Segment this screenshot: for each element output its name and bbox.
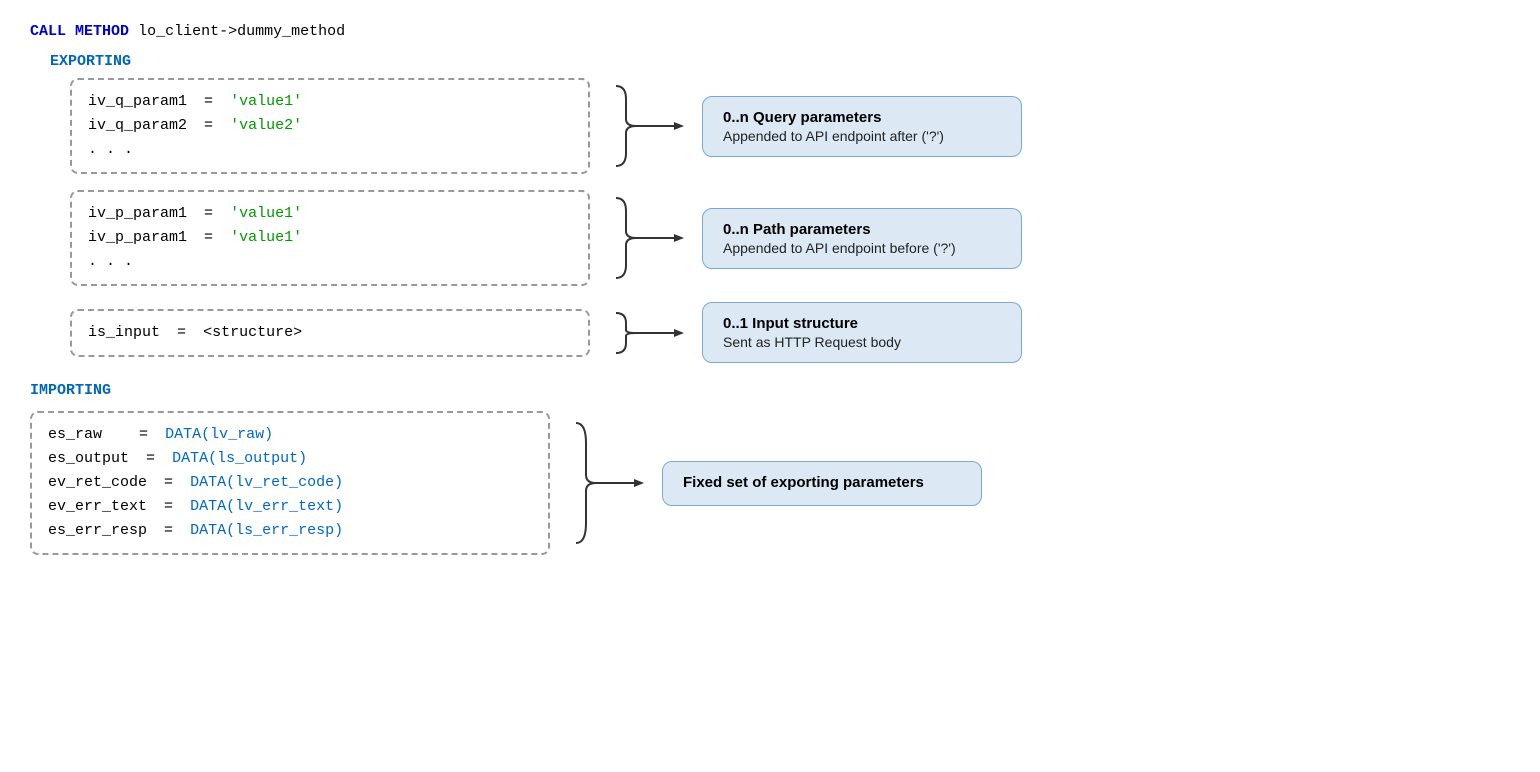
info-desc-3: Sent as HTTP Request body: [723, 334, 1001, 350]
info-title-3: 0..1 Input structure: [723, 315, 1001, 332]
info-title-2: 0..n Path parameters: [723, 221, 1001, 238]
pp-line2: iv_p_param1 = 'value1': [88, 226, 572, 250]
pp-val1: 'value1': [230, 205, 302, 222]
call-keyword: CALL: [30, 23, 66, 40]
qp-param1: iv_q_param1: [88, 93, 187, 110]
info-desc-2: Appended to API endpoint before ('?'): [723, 240, 1001, 256]
pp-dots: . . .: [88, 250, 572, 274]
pp-param1: iv_p_param1: [88, 205, 187, 222]
imp-line4: ev_err_text = DATA(lv_err_text): [48, 495, 532, 519]
row-importing: es_raw = DATA(lv_raw) es_output = DATA(l…: [30, 411, 1510, 555]
info-box-query: 0..n Query parameters Appended to API en…: [702, 96, 1022, 157]
page-container: CALL METHOD lo_client->dummy_method EXPO…: [30, 20, 1510, 571]
row-path-params: iv_p_param1 = 'value1' iv_p_param1 = 'va…: [30, 190, 1510, 286]
path-params-box: iv_p_param1 = 'value1' iv_p_param1 = 'va…: [70, 190, 590, 286]
imp-line3: ev_ret_code = DATA(lv_ret_code): [48, 471, 532, 495]
query-params-box: iv_q_param1 = 'value1' iv_q_param2 = 'va…: [70, 78, 590, 174]
is-line1: is_input = <structure>: [88, 321, 572, 345]
connector-4: [566, 418, 646, 548]
exporting-label: EXPORTING: [50, 50, 1510, 74]
row-query-params: iv_q_param1 = 'value1' iv_q_param2 = 'va…: [30, 78, 1510, 174]
connector-3: [606, 308, 686, 358]
imp-line2: es_output = DATA(ls_output): [48, 447, 532, 471]
info-box-path: 0..n Path parameters Appended to API end…: [702, 208, 1022, 269]
pp-param2: iv_p_param1: [88, 229, 187, 246]
qp-dots: . . .: [88, 138, 572, 162]
connector-2: [606, 193, 686, 283]
brace-svg-4: [566, 418, 646, 548]
qp-val1: 'value1': [230, 93, 302, 110]
imp-val4: DATA(lv_err_text): [190, 498, 343, 515]
brace-svg-2: [606, 193, 686, 283]
imp-line5: es_err_resp = DATA(ls_err_resp): [48, 519, 532, 543]
pp-line1: iv_p_param1 = 'value1': [88, 202, 572, 226]
connector-1: [606, 81, 686, 171]
imp-param4: ev_err_text: [48, 498, 147, 515]
imp-param1: es_raw: [48, 426, 102, 443]
row-input-structure: is_input = <structure> 0..1 Input struct…: [30, 302, 1510, 363]
brace-svg-1: [606, 81, 686, 171]
method-keyword: METHOD: [75, 23, 129, 40]
is-param: is_input: [88, 324, 160, 341]
imp-val3: DATA(lv_ret_code): [190, 474, 343, 491]
qp-val2: 'value2': [230, 117, 302, 134]
imp-val1: DATA(lv_raw): [165, 426, 273, 443]
importing-box: es_raw = DATA(lv_raw) es_output = DATA(l…: [30, 411, 550, 555]
info-title-1: 0..n Query parameters: [723, 109, 1001, 126]
pp-val2: 'value1': [230, 229, 302, 246]
info-box-input: 0..1 Input structure Sent as HTTP Reques…: [702, 302, 1022, 363]
imp-line1: es_raw = DATA(lv_raw): [48, 423, 532, 447]
qp-line1: iv_q_param1 = 'value1': [88, 90, 572, 114]
imp-param3: ev_ret_code: [48, 474, 147, 491]
input-structure-box: is_input = <structure>: [70, 309, 590, 357]
qp-param2: iv_q_param2: [88, 117, 187, 134]
info-box-exporting: Fixed set of exporting parameters: [662, 461, 982, 506]
brace-svg-3: [606, 308, 686, 358]
imp-param5: es_err_resp: [48, 522, 147, 539]
info-desc-1: Appended to API endpoint after ('?'): [723, 128, 1001, 144]
header-line: CALL METHOD lo_client->dummy_method: [30, 20, 1510, 44]
imp-val2: DATA(ls_output): [172, 450, 307, 467]
imp-val5: DATA(ls_err_resp): [190, 522, 343, 539]
info-title-4: Fixed set of exporting parameters: [683, 474, 961, 491]
is-val: <structure>: [203, 324, 302, 341]
importing-label: IMPORTING: [30, 379, 1510, 403]
imp-param2: es_output: [48, 450, 129, 467]
method-call: lo_client->dummy_method: [138, 23, 345, 40]
qp-line2: iv_q_param2 = 'value2': [88, 114, 572, 138]
